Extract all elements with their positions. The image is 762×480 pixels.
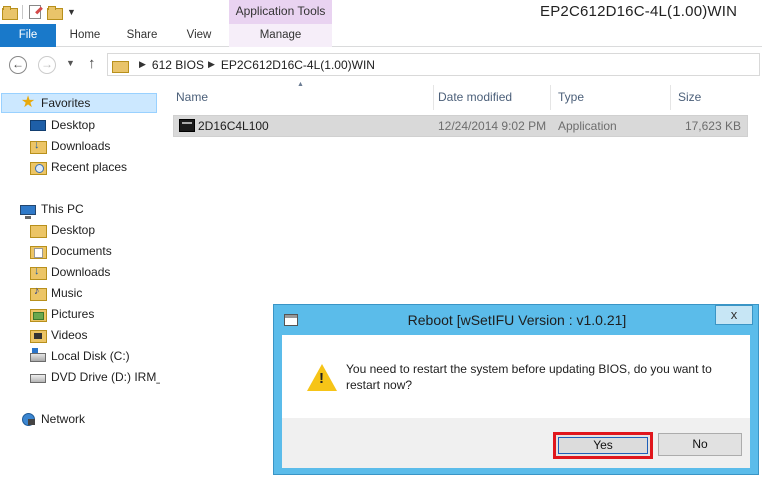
column-header-name[interactable]: Name [169, 85, 434, 110]
dvd-drive-icon [30, 374, 46, 383]
nav-label: Favorites [41, 96, 91, 110]
folder-icon[interactable] [2, 6, 18, 20]
desktop-folder-icon [30, 223, 47, 238]
network-icon [20, 412, 36, 426]
navigation-bar: ← → ▼ ↑ ▶ 612 BIOS ▶ EP2C612D16C-4L(1.00… [0, 48, 762, 82]
nav-label: Pictures [51, 307, 95, 321]
tab-share[interactable]: Share [115, 24, 169, 47]
quick-access-toolbar: ▼ [2, 2, 76, 22]
up-arrow-icon[interactable]: ↑ [88, 55, 96, 72]
tab-file[interactable]: File [0, 24, 56, 47]
dialog-body: ! You need to restart the system before … [282, 335, 750, 418]
divider [22, 5, 23, 19]
dialog-button-bar: Yes No [282, 418, 750, 468]
yes-button-label[interactable]: Yes [558, 437, 648, 454]
properties-icon[interactable] [29, 5, 41, 19]
nav-label: Desktop [51, 223, 96, 237]
nav-label: Recent places [51, 160, 128, 174]
window-title: EP2C612D16C-4L(1.00)WIN [540, 3, 738, 20]
application-icon [179, 119, 195, 132]
new-folder-icon[interactable] [47, 6, 63, 20]
nav-label: Local Disk (C:) [51, 349, 130, 363]
chevron-right-icon[interactable]: ▶ [139, 59, 146, 70]
nav-label: Desktop [51, 118, 96, 132]
downloads-icon [30, 139, 47, 154]
file-type: Application [558, 119, 617, 133]
nav-label: Downloads [51, 139, 111, 153]
nav-recent-places[interactable]: Recent places [30, 157, 127, 177]
music-icon [30, 285, 47, 301]
breadcrumb-current-folder[interactable]: EP2C612D16C-4L(1.00)WIN [221, 58, 375, 72]
file-size: 17,623 KB [684, 119, 741, 133]
local-disk-icon [30, 348, 46, 362]
documents-icon [30, 244, 47, 259]
star-icon: ★ [20, 94, 36, 111]
column-header-size[interactable]: Size [671, 85, 751, 110]
nav-pc-downloads[interactable]: Downloads [30, 262, 110, 282]
nav-local-disk[interactable]: Local Disk (C:) [30, 346, 130, 366]
customize-toolbar-dropdown-icon[interactable]: ▼ [67, 7, 76, 17]
column-header-date-modified[interactable]: Date modified [431, 85, 551, 110]
navigation-pane: ★ Favorites Desktop Downloads Recent pla… [0, 82, 160, 480]
nav-label: Videos [51, 328, 88, 342]
file-date-modified: 12/24/2014 9:02 PM [438, 119, 547, 133]
address-bar[interactable]: ▶ 612 BIOS ▶ EP2C612D16C-4L(1.00)WIN [107, 53, 760, 76]
file-name: 2D16C4L100 [198, 119, 269, 133]
pictures-icon [30, 307, 47, 322]
dialog-message: You need to restart the system before up… [346, 362, 712, 392]
forward-button[interactable]: → [38, 56, 56, 74]
file-row[interactable]: 2D16C4L100 12/24/2014 9:02 PM Applicatio… [173, 115, 748, 137]
ribbon-tabs: File Home Share View Manage [0, 24, 762, 47]
tab-view[interactable]: View [172, 24, 226, 47]
tab-home[interactable]: Home [58, 24, 112, 47]
nav-pictures[interactable]: Pictures [30, 304, 94, 324]
desktop-icon [30, 120, 46, 131]
yes-button[interactable]: Yes [553, 432, 653, 459]
warning-exclamation-icon: ! [319, 370, 324, 387]
breadcrumb-612-bios[interactable]: 612 BIOS [152, 58, 204, 72]
folder-icon [112, 59, 129, 73]
nav-label: Network [41, 412, 86, 426]
nav-documents[interactable]: Documents [30, 241, 112, 261]
recent-locations-dropdown-icon[interactable]: ▼ [66, 58, 75, 68]
videos-icon [30, 328, 47, 343]
nav-label: This PC [41, 202, 84, 216]
nav-music[interactable]: Music [30, 283, 82, 303]
no-button[interactable]: No [658, 433, 742, 456]
title-bar: ▼ Application Tools EP2C612D16C-4L(1.00)… [0, 0, 762, 24]
nav-label: Music [51, 286, 83, 300]
tab-manage[interactable]: Manage [229, 24, 332, 47]
nav-this-pc[interactable]: This PC [0, 199, 157, 219]
dialog-title: Reboot [wSetIFU Version : v1.0.21] [407, 312, 627, 328]
nav-label: DVD Drive (D:) IRM_S [51, 370, 160, 384]
reboot-dialog: Reboot [wSetIFU Version : v1.0.21] x ! Y… [273, 304, 759, 475]
nav-favorites[interactable]: ★ Favorites [1, 93, 157, 113]
application-tools-context-tab: Application Tools [229, 0, 332, 24]
downloads-icon [30, 265, 47, 280]
recent-places-icon [30, 160, 47, 175]
nav-label: Documents [51, 244, 112, 258]
computer-icon [20, 204, 36, 219]
column-header-type[interactable]: Type [551, 85, 671, 110]
nav-network[interactable]: Network [0, 409, 157, 429]
nav-pc-desktop[interactable]: Desktop [30, 220, 95, 240]
nav-fav-desktop[interactable]: Desktop [30, 115, 95, 135]
dialog-close-button[interactable]: x [715, 305, 753, 325]
nav-dvd-drive[interactable]: DVD Drive (D:) IRM_S [30, 367, 160, 387]
chevron-right-icon[interactable]: ▶ [208, 59, 215, 70]
back-button[interactable]: ← [9, 56, 27, 74]
nav-fav-downloads[interactable]: Downloads [30, 136, 110, 156]
nav-videos[interactable]: Videos [30, 325, 87, 345]
nav-label: Downloads [51, 265, 111, 279]
